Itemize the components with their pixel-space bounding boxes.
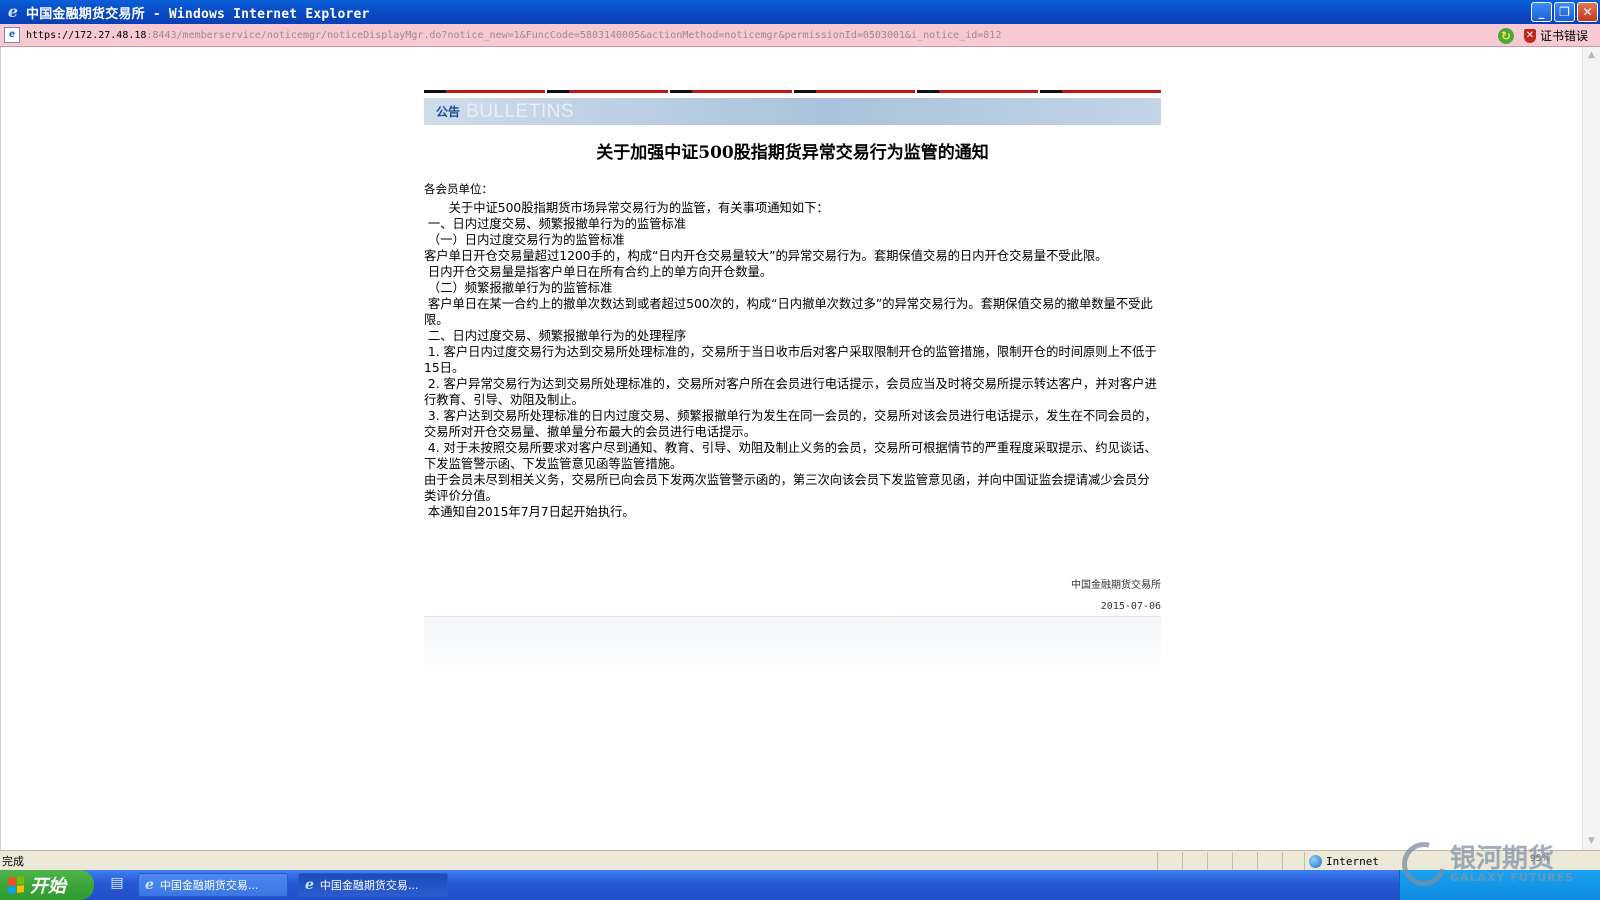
notice-paragraph: （二）频繁报撤单行为的监管标准 bbox=[424, 281, 613, 295]
scroll-down-arrow-icon[interactable]: ▼ bbox=[1583, 833, 1600, 850]
system-tray[interactable] bbox=[1399, 870, 1600, 900]
notice-date: 2015-07-06 bbox=[1100, 601, 1161, 612]
notice-paragraph: 由于会员未尽到相关义务，交易所已向会员下发两次监管警示函的，第三次向该会员下发监… bbox=[424, 473, 1150, 503]
notice-paragraph: 二、日内过度交易、频繁报撤单行为的处理程序 bbox=[424, 329, 687, 343]
notice-body: 各会员单位： 关于中证500股指期货市场异常交易行为的监管，有关事项通知如下： … bbox=[424, 181, 1161, 520]
notice-paragraph: （一）日内过度交易行为的监管标准 bbox=[424, 233, 625, 247]
globe-icon bbox=[1309, 854, 1322, 868]
status-bar: 完成 Internet 95% bbox=[0, 850, 1600, 871]
notice-paragraph: 1. 客户日内过度交易行为达到交易所处理标准的，交易所于当日收市后对客户采取限制… bbox=[424, 345, 1157, 375]
header-decoration-lines bbox=[424, 90, 1162, 93]
notice-title: 关于加强中证500股指期货异常交易行为监管的通知 bbox=[596, 143, 989, 163]
footer-band bbox=[424, 616, 1161, 677]
address-host[interactable]: https://172.27.48.18 bbox=[26, 30, 146, 41]
ie-icon: e bbox=[145, 877, 154, 893]
certificate-error-button[interactable]: ✕ 证书错误 bbox=[1523, 27, 1588, 44]
shield-error-icon: ✕ bbox=[1523, 28, 1536, 43]
notice-paragraph: 2. 客户异常交易行为达到交易所处理标准的，交易所对客户所在会员进行电话提示，会… bbox=[424, 377, 1157, 407]
notice-paragraph: 本通知自2015年7月7日起开始执行。 bbox=[424, 505, 635, 519]
zoom-level[interactable]: 95% bbox=[1530, 854, 1550, 864]
address-path[interactable]: :8443/memberservice/noticemgr/noticeDisp… bbox=[146, 30, 1001, 41]
scroll-up-arrow-icon[interactable]: ▲ bbox=[1583, 47, 1600, 64]
window-title-bar[interactable]: e 中国金融期货交易所 - Windows Internet Explorer … bbox=[0, 0, 1600, 24]
ie-logo-icon: e bbox=[7, 2, 19, 21]
ie-icon: e bbox=[305, 877, 314, 893]
status-text: 完成 bbox=[2, 855, 24, 868]
address-bar-tools: ↻ ✕ 证书错误 bbox=[1497, 27, 1588, 44]
notice-signature: 中国金融期货交易所 bbox=[1071, 580, 1161, 591]
window-controls: _ ❐ ✕ bbox=[1531, 2, 1598, 22]
page-content: 公告 BULLETINS 关于加强中证500股指期货异常交易行为监管的通知 各会… bbox=[0, 47, 1584, 850]
notice-paragraph: 一、日内过度交易、频繁报撤单行为的监管标准 bbox=[424, 217, 687, 231]
zone-label: Internet bbox=[1326, 854, 1379, 868]
taskbar-item-active[interactable]: e 中国金融期货交易... bbox=[298, 873, 448, 897]
security-zone[interactable]: Internet bbox=[1304, 852, 1379, 870]
windows-flag-icon bbox=[8, 876, 24, 894]
bulletin-label: 公告 bbox=[436, 105, 461, 119]
bulletin-label-en: BULLETINS bbox=[466, 101, 574, 122]
taskbar-item[interactable]: e 中国金融期货交易... bbox=[138, 873, 288, 897]
close-button[interactable]: ✕ bbox=[1577, 2, 1598, 22]
notice-paragraph: 4. 对于未按照交易所要求对客户尽到通知、教育、引导、劝阻及制止义务的会员，交易… bbox=[424, 441, 1157, 471]
quick-launch-icon[interactable]: ▤ bbox=[106, 875, 128, 895]
taskbar: 开始 ▤ e 中国金融期货交易... e 中国金融期货交易... bbox=[0, 870, 1600, 900]
address-bar[interactable]: e https://172.27.48.18 :8443/memberservi… bbox=[0, 24, 1600, 47]
bulletin-banner: 公告 BULLETINS bbox=[424, 98, 1161, 125]
refresh-icon[interactable]: ↻ bbox=[1497, 27, 1514, 44]
restore-button[interactable]: ❐ bbox=[1554, 2, 1575, 22]
start-button[interactable]: 开始 bbox=[0, 870, 94, 900]
notice-paragraph: 客户单日在某一合约上的撤单次数达到或者超过500次的，构成“日内撤单次数过多”的… bbox=[424, 297, 1153, 327]
notice-paragraph: 3. 客户达到交易所处理标准的日内过度交易、频繁报撤单行为发生在同一会员的，交易… bbox=[424, 409, 1157, 439]
minimize-button[interactable]: _ bbox=[1531, 2, 1552, 22]
window-title: 中国金融期货交易所 - Windows Internet Explorer bbox=[26, 6, 370, 22]
start-label: 开始 bbox=[30, 876, 66, 897]
notice-paragraph: 关于中证500股指期货市场异常交易行为的监管，有关事项通知如下： bbox=[424, 201, 829, 215]
notice-article: 公告 BULLETINS 关于加强中证500股指期货异常交易行为监管的通知 各会… bbox=[424, 90, 1162, 677]
vertical-scrollbar[interactable]: ▲ ▼ bbox=[1582, 47, 1600, 850]
notice-paragraph: 客户单日开仓交易量超过1200手的，构成“日内开仓交易量较大”的异常交易行为。套… bbox=[424, 249, 1108, 263]
taskbar-item-label: 中国金融期货交易... bbox=[319, 879, 419, 892]
status-panes bbox=[1157, 851, 1307, 871]
notice-paragraph: 日内开仓交易量是指客户单日在所有合约上的单方向开仓数量。 bbox=[424, 265, 773, 279]
taskbar-item-label: 中国金融期货交易... bbox=[159, 879, 259, 892]
page-icon: e bbox=[4, 27, 20, 43]
salutation: 各会员单位： bbox=[424, 182, 493, 196]
certificate-error-label: 证书错误 bbox=[1539, 29, 1588, 43]
